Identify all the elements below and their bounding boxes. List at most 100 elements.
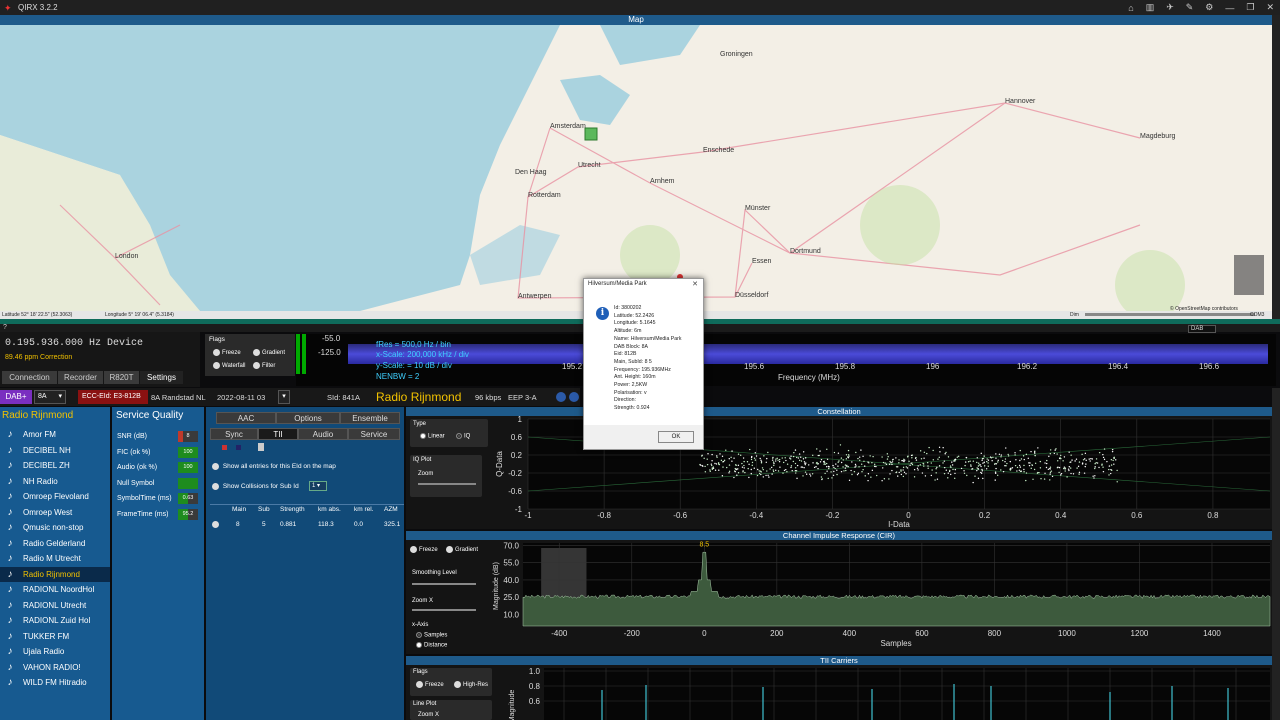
constellation-point [986,460,988,463]
tab-settings[interactable]: Settings [140,371,183,384]
tab-options[interactable]: Options [276,412,340,424]
constellation-point [1075,458,1078,460]
constellation-point [758,472,761,475]
constellation-point [733,476,735,479]
constellation-point [801,466,804,468]
channel-list-item[interactable]: ♪ NH Radio [0,474,110,490]
constellation-point [991,460,993,462]
constellation-point [857,472,860,475]
map-nav-control[interactable] [1234,255,1264,295]
help-icon[interactable]: ? [3,324,7,331]
music-note-icon: ♪ [7,677,13,689]
show-collisions-option[interactable]: Show Collisions for Sub Id [212,483,299,490]
tab-connection[interactable]: Connection [2,371,57,384]
channel-list-item[interactable]: ♪ Omroep Flevoland [0,489,110,505]
map-canvas[interactable]: London Amsterdam Den Haag Rotterdam Antwerpe… [0,25,1272,311]
map-scrollbar[interactable] [1272,15,1280,320]
minimize-button[interactable]: — [1225,3,1234,13]
channel-list-item[interactable]: ♪ WILD FM Hitradio [0,675,110,691]
sub-id-select[interactable]: 1 ▾ [309,481,327,491]
show-all-checkbox[interactable] [212,463,219,470]
constellation-point [982,477,984,480]
freeze-checkbox[interactable] [213,349,220,356]
channel-list-item[interactable]: ♪ Amor FM [0,427,110,443]
tab-audio[interactable]: Audio [298,428,348,440]
ok-button[interactable]: OK [658,431,694,443]
dim-slider[interactable] [1085,313,1255,316]
channel-list-item[interactable]: ♪ DECIBEL NH [0,443,110,459]
channel-list-item[interactable]: ♪ Radio Gelderland [0,536,110,552]
satellite-icon[interactable]: ✈ [1166,2,1174,13]
record-icon[interactable] [556,392,566,402]
channel-list-item[interactable]: ♪ Ujala Radio [0,644,110,660]
dab-select[interactable]: DAB [1188,325,1216,333]
channel-list-item[interactable]: ♪ Radio M Utrecht [0,551,110,567]
constellation-point [804,457,807,459]
flag-filter[interactable]: Filter [253,362,275,369]
tab-ensemble[interactable]: Ensemble [340,412,400,424]
x-tick-label: -0.2 [826,511,840,520]
map-view[interactable]: London Amsterdam Den Haag Rotterdam Antwerpe… [0,25,1272,311]
table-cell: 8 [236,521,240,528]
channel-list-item[interactable]: ♪ RADIONL Utrecht [0,598,110,614]
table-row[interactable]: 8 5 0.881 118.3 0.0 325.1 [212,521,404,531]
map-icon[interactable]: ▥ [1146,2,1155,13]
channel-list-item[interactable]: ♪ Radio Rijnmond [0,566,110,582]
settings-icon[interactable]: ⚙ [1205,2,1213,13]
map-city-label: Dortmund [790,248,821,255]
constellation-point [830,471,832,473]
gradient-checkbox[interactable] [253,349,260,356]
constellation-point [987,459,990,461]
waterfall-checkbox[interactable] [213,362,220,369]
maximize-button[interactable]: ❐ [1246,2,1254,13]
filter-checkbox[interactable] [253,362,260,369]
constellation-point [728,472,730,474]
show-all-entries-option[interactable]: Show all entries for this EId on the map [212,463,336,470]
flag-gradient[interactable]: Gradient [253,349,285,356]
flag-freeze[interactable]: Freeze [213,349,241,356]
quality-value: 100 [183,464,193,470]
channel-list-item[interactable]: ♪ RADIONL Zuid Hol [0,613,110,629]
dialog-detail-line: Name: Hilversum/Media Park [614,335,682,342]
channel-list-item[interactable]: ♪ RADIONL NoordHol [0,582,110,598]
constellation-point [906,456,909,458]
constellation-point [996,474,999,476]
channel-list-item[interactable]: ♪ Qmusic non-stop [0,520,110,536]
channel-list-item[interactable]: ♪ DECIBEL ZH [0,458,110,474]
channel-list-item[interactable]: ♪ TUKKER FM [0,629,110,645]
constellation-point [702,465,704,467]
channel-select[interactable]: 8A ▾ [34,390,66,404]
edit-icon[interactable]: ✎ [1186,2,1194,13]
tab-aac[interactable]: AAC [216,412,276,424]
row-checkbox[interactable] [212,521,219,528]
channel-list-item[interactable]: ♪ Omroep West [0,505,110,521]
dialog-close-button[interactable]: ✕ [692,280,698,288]
stop-icon[interactable] [569,392,579,402]
map-city-label: Amsterdam [550,123,586,130]
spectrum-ticks: 195.2195.4195.6195.8196196.2196.4196.619… [296,362,1276,372]
tab-tii[interactable]: TII [258,428,298,440]
tab-recorder[interactable]: Recorder [58,371,103,384]
constellation-point [980,472,983,474]
constellation-point [1048,455,1050,458]
constellation-point [1046,462,1048,465]
red-marker-icon[interactable] [222,445,227,450]
spectrum-panel[interactable]: -55.0 -125.0 fRes = 500,0 Hz / bin x-Sca… [296,325,1276,386]
constellation-point [1031,464,1033,466]
right-scrollbar[interactable] [1272,388,1280,720]
date-dropdown[interactable]: ▾ [278,390,290,404]
close-button[interactable]: ✕ [1266,2,1274,13]
constellation-point [905,473,907,475]
channel-list-item[interactable]: ♪ VAHON RADIO! [0,660,110,676]
blue-marker-icon[interactable] [236,445,241,450]
show-collisions-checkbox[interactable] [212,483,219,490]
tab-service[interactable]: Service [348,428,400,440]
home-icon[interactable]: ⌂ [1128,3,1133,13]
flag-waterfall[interactable]: Waterfall [213,362,245,369]
document-icon[interactable] [258,443,264,451]
tab-r820t[interactable]: R820T [104,371,139,384]
transmitter-marker[interactable] [584,127,598,141]
service-quality-row: Null Symbol [112,476,204,492]
constellation-point [746,461,749,463]
tab-sync[interactable]: Sync [210,428,258,440]
